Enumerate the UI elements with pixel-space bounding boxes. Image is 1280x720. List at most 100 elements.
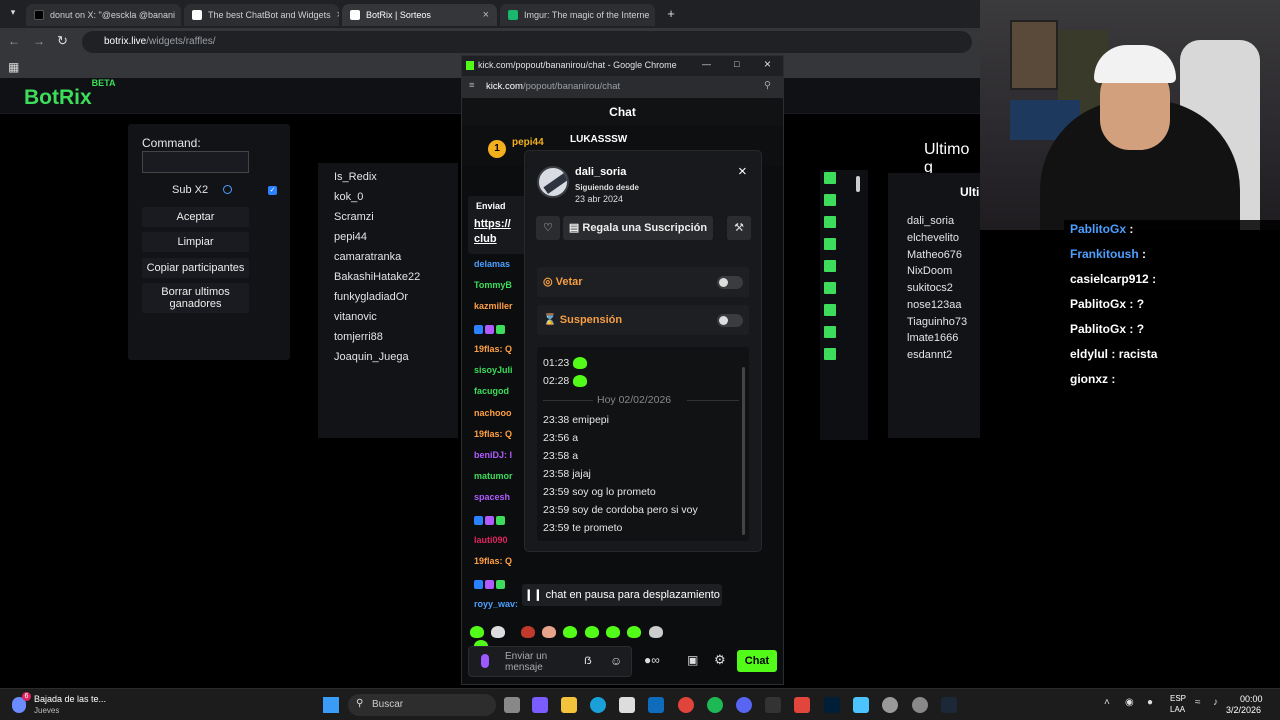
chat-username[interactable]: TommyB bbox=[474, 280, 512, 290]
photoshop-icon[interactable] bbox=[824, 697, 840, 713]
botrix-logo[interactable]: BotRixBETA bbox=[24, 78, 116, 110]
settings-icon[interactable] bbox=[882, 697, 898, 713]
reload-icon[interactable]: ↻ bbox=[57, 33, 68, 49]
app-icon[interactable] bbox=[794, 697, 810, 713]
command-input[interactable] bbox=[142, 151, 249, 173]
tab-search-dropdown-icon[interactable]: ▾ bbox=[6, 7, 20, 21]
accept-button[interactable]: Aceptar bbox=[142, 207, 249, 227]
url-field[interactable]: botrix.live/widgets/raffles/ bbox=[82, 31, 972, 53]
translate-icon[interactable]: ẞ bbox=[584, 655, 592, 667]
tab-botrix-raffles[interactable]: BotRix | Sorteos × bbox=[342, 4, 497, 26]
zoom-icon[interactable]: ⚲ bbox=[764, 80, 771, 91]
minimize-icon[interactable]: — bbox=[702, 59, 711, 69]
discord-icon[interactable] bbox=[736, 697, 752, 713]
apps-grid-icon[interactable]: ▦ bbox=[8, 60, 19, 74]
community-icon[interactable]: ●∞ bbox=[644, 653, 660, 667]
close-icon[interactable]: × bbox=[337, 9, 339, 21]
gift-sub-button[interactable]: ▤ Regala una Suscripción bbox=[563, 216, 713, 240]
info-icon[interactable] bbox=[223, 185, 232, 194]
clock-time[interactable]: 00:00 bbox=[1240, 694, 1263, 704]
close-icon[interactable]: × bbox=[764, 57, 771, 71]
volume-icon[interactable]: ♪ bbox=[1213, 697, 1218, 708]
emote-icon[interactable] bbox=[606, 625, 621, 638]
emote-icon[interactable] bbox=[563, 625, 578, 638]
clear-button[interactable]: Limpiar bbox=[142, 232, 249, 252]
timeout-toggle[interactable] bbox=[717, 314, 743, 327]
pinned-message[interactable]: Enviad https:// club bbox=[468, 196, 530, 254]
copilot-icon[interactable] bbox=[532, 697, 548, 713]
emote-icon[interactable] bbox=[648, 625, 663, 638]
emote-icon[interactable] bbox=[470, 625, 484, 638]
chat-username[interactable]: 19flas: Q bbox=[474, 556, 512, 566]
chat-username[interactable]: royy_wav: bbox=[474, 599, 518, 609]
history-text: te prometo bbox=[572, 522, 623, 534]
emote-icon[interactable] bbox=[627, 625, 642, 638]
chat-username[interactable]: 19flas: Q bbox=[474, 344, 512, 354]
emoji-icon[interactable]: ☺ bbox=[610, 654, 622, 668]
spotify-icon[interactable] bbox=[707, 697, 723, 713]
outlook-icon[interactable] bbox=[648, 697, 664, 713]
modal-username[interactable]: dali_soria bbox=[575, 166, 626, 178]
start-icon[interactable] bbox=[323, 697, 339, 713]
clear-winners-button[interactable]: Borrar ultimos ganadores bbox=[142, 283, 249, 313]
clock-date[interactable]: 3/2/2026 bbox=[1226, 705, 1261, 715]
chat-username[interactable]: nachooo bbox=[474, 408, 512, 418]
chat-username[interactable]: 19flas: Q bbox=[474, 429, 512, 439]
back-icon[interactable]: ← bbox=[8, 34, 20, 48]
close-icon[interactable]: × bbox=[483, 9, 489, 21]
close-icon[interactable]: × bbox=[738, 163, 747, 180]
weather-title[interactable]: Bajada de las te... bbox=[34, 694, 106, 704]
edge-icon[interactable] bbox=[590, 697, 606, 713]
sub-x2-checkbox[interactable]: ✓ bbox=[268, 186, 277, 195]
obs-icon[interactable] bbox=[765, 697, 781, 713]
chat-username[interactable]: kazmiller bbox=[474, 301, 513, 311]
copy-participants-button[interactable]: Copiar participantes bbox=[142, 258, 249, 278]
mic-icon[interactable]: ● bbox=[1147, 697, 1153, 708]
file-explorer-icon[interactable] bbox=[561, 697, 577, 713]
chat-username[interactable]: facugod bbox=[474, 386, 509, 396]
emote-icon[interactable] bbox=[542, 625, 557, 638]
ban-toggle[interactable] bbox=[717, 276, 743, 289]
microphone-icon[interactable] bbox=[481, 654, 489, 668]
maximize-icon[interactable]: □ bbox=[734, 59, 739, 69]
taskbar-search[interactable]: ⚲ Buscar bbox=[348, 694, 496, 716]
scrollbar[interactable] bbox=[856, 176, 860, 192]
gear-icon[interactable]: ⚙ bbox=[714, 652, 726, 668]
chat-username[interactable]: spacesh bbox=[474, 492, 510, 502]
chat-username[interactable]: matumor bbox=[474, 471, 513, 481]
pinned-link[interactable]: https:// bbox=[474, 218, 511, 230]
follow-heart-button[interactable]: ♡ bbox=[536, 216, 560, 240]
history-scrollbar[interactable] bbox=[742, 367, 745, 535]
popup-url-bar[interactable]: ≡ kick.com/popout/bananirou/chat ⚲ bbox=[462, 76, 783, 98]
new-tab-icon[interactable]: + bbox=[664, 7, 678, 21]
steam-icon[interactable] bbox=[941, 697, 957, 713]
chat-username[interactable]: sisoyJuli bbox=[474, 365, 513, 375]
pinned-link-2[interactable]: club bbox=[474, 233, 497, 245]
network-icon[interactable]: ◉ bbox=[1125, 697, 1134, 708]
mod-tools-button[interactable]: ⚒ bbox=[727, 216, 751, 240]
store-icon[interactable]: ▣ bbox=[687, 653, 698, 667]
app-icon[interactable] bbox=[912, 697, 928, 713]
chat-username[interactable]: beniDJ: I bbox=[474, 450, 512, 460]
wifi-icon[interactable]: ≈ bbox=[1195, 697, 1201, 708]
tab-imgur[interactable]: Imgur: The magic of the Interne × bbox=[500, 4, 655, 26]
forward-icon[interactable]: → bbox=[33, 34, 45, 48]
notepad-icon[interactable] bbox=[853, 697, 869, 713]
tray-chevron-icon[interactable]: ˄ bbox=[1104, 697, 1110, 708]
tab-x[interactable]: donut on X: "@esckla @banani × bbox=[26, 4, 181, 26]
chat-username[interactable]: lauti090 bbox=[474, 535, 508, 545]
chrome-icon[interactable] bbox=[678, 697, 694, 713]
tab-botrix-home[interactable]: The best ChatBot and Widgets × bbox=[184, 4, 339, 26]
store-icon[interactable] bbox=[619, 697, 635, 713]
send-chat-button[interactable]: Chat bbox=[737, 650, 777, 672]
chat-paused-banner[interactable]: ❙❙ chat en pausa para desplazamiento bbox=[522, 584, 722, 606]
task-view-icon[interactable] bbox=[504, 697, 520, 713]
emote-icon[interactable] bbox=[491, 625, 506, 638]
emote-icon[interactable] bbox=[520, 625, 535, 638]
message-input[interactable]: Enviar un mensaje ẞ ☺ bbox=[468, 646, 632, 677]
lang-indicator-1[interactable]: ESP bbox=[1170, 694, 1186, 703]
chat-username[interactable]: delamas bbox=[474, 259, 510, 269]
emote-icon[interactable] bbox=[584, 625, 599, 638]
site-info-icon[interactable]: ≡ bbox=[469, 80, 475, 91]
pinned-label: Enviad bbox=[476, 201, 506, 211]
